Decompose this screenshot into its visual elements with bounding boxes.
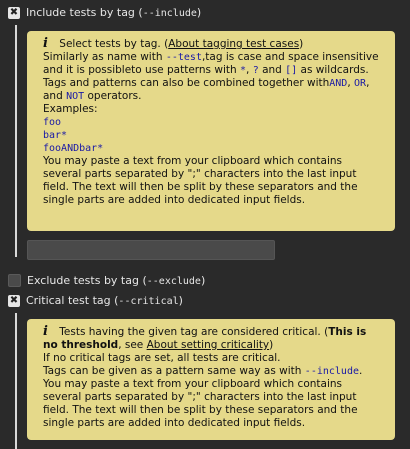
about-tagging-link[interactable]: About tagging test cases [168, 38, 299, 50]
example-item: foo [43, 117, 62, 128]
exclude-checkbox[interactable] [8, 274, 21, 287]
include-paste-hint: You may paste a text from your clipboard… [43, 155, 358, 206]
info-icon: i [43, 324, 48, 339]
info-icon: i [43, 36, 48, 51]
examples-label: Examples: [43, 103, 98, 115]
exclude-option[interactable]: Exclude tests by tag (--exclude) [8, 274, 205, 287]
critical-help-pattern: Tags can be given as a pattern same way … [43, 365, 363, 377]
critical-option[interactable]: ✖ Critical test tag (--critical) [8, 294, 183, 307]
include-label: Include tests by tag (--include) [26, 6, 202, 19]
critical-label: Critical test tag (--critical) [26, 294, 183, 307]
include-section-line [15, 25, 17, 257]
example-item: bar* [43, 130, 68, 141]
critical-paste-hint: You may paste a text from your clipboard… [43, 378, 358, 429]
example-item: fooANDbar* [43, 143, 104, 154]
include-help-wildcards: Similarly as name with --test,tag is cas… [43, 51, 379, 76]
exclude-label: Exclude tests by tag (--exclude) [27, 274, 206, 287]
include-checkbox[interactable]: ✖ [8, 6, 20, 19]
include-tag-input[interactable] [27, 240, 275, 260]
include-help-operators: Tags and patterns can also be combined t… [43, 77, 370, 102]
include-help-card: i Select tests by tag. (About tagging te… [27, 31, 395, 231]
critical-help-card: i Tests having the given tag are conside… [27, 319, 395, 440]
critical-help-default: If no critical tags are set, all tests a… [43, 352, 281, 364]
include-option[interactable]: ✖ Include tests by tag (--include) [8, 6, 201, 19]
about-criticality-link[interactable]: About setting criticality [147, 339, 270, 351]
critical-section-line [15, 313, 17, 449]
critical-checkbox[interactable]: ✖ [8, 294, 20, 307]
